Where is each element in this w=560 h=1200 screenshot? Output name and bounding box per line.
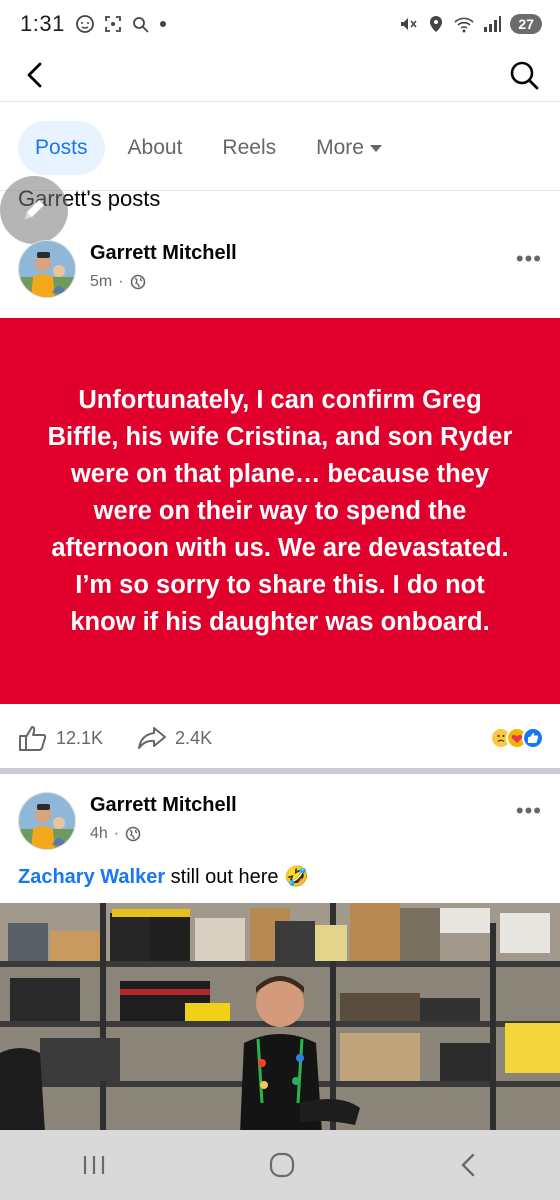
status-bar: 1:31 27 [0,0,560,48]
caret-down-icon [369,144,382,152]
search-icon[interactable] [508,59,540,91]
text-post-background: Unfortunately, I can confirm Greg Biffle… [0,318,560,704]
dot-icon [159,21,166,27]
post-separator [0,768,560,774]
lens-icon [132,17,149,33]
more-options-button[interactable]: ••• [516,246,542,272]
like-reaction-icon [522,727,544,749]
status-time: 1:31 [20,11,65,36]
profile-tabs: Posts About Reels More [18,120,560,176]
post-meta: 4h · [90,825,141,843]
mute-icon [401,18,418,30]
post-meta: 5m · [90,273,146,291]
post-caption: Zachary Walker still out here 🤣 [18,864,309,889]
globe-icon [125,826,141,842]
avatar[interactable] [18,792,76,850]
edit-fab-button[interactable] [0,176,68,244]
home-icon[interactable] [268,1151,296,1179]
post-text: Unfortunately, I can confirm Greg Biffle… [47,385,513,636]
share-count: 2.4K [175,727,213,748]
globe-icon [130,274,145,290]
share-button[interactable]: 2.4K [137,725,212,751]
reactions-bar: 12.1K 2.4K [18,716,544,760]
caption-text: still out here 🤣 [165,866,309,888]
like-button[interactable]: 12.1K [18,724,103,752]
battery-indicator: 27 [510,14,542,34]
thumbs-up-icon [19,726,47,751]
pencil-icon [25,200,44,219]
recents-icon[interactable] [80,1153,108,1177]
post-photo[interactable] [0,903,560,1133]
signal-icon [484,16,502,32]
chevron-left-icon[interactable] [20,60,50,90]
post-author[interactable]: Garrett Mitchell [90,794,237,817]
post-author[interactable]: Garrett Mitchell [90,242,237,265]
back-icon[interactable] [456,1151,480,1179]
tab-reels[interactable]: Reels [205,121,293,175]
post-time: 4h [90,825,108,842]
mention-link[interactable]: Zachary Walker [18,866,165,888]
tab-about[interactable]: About [111,121,200,175]
location-icon [430,16,443,32]
screenshot-icon [104,16,121,32]
avatar[interactable] [18,240,76,298]
share-arrow-icon [138,727,167,749]
post-header: Garrett Mitchell 5m · ••• [18,240,542,300]
like-count: 12.1K [56,727,104,748]
tab-more[interactable]: More [299,121,399,175]
reaction-summary[interactable] [490,727,544,749]
system-nav-bar [0,1130,560,1200]
top-nav [0,48,560,102]
wifi-6-icon [454,17,474,33]
tab-posts[interactable]: Posts [18,121,105,175]
messenger-icon [75,15,94,33]
post-time: 5m [90,273,113,290]
post-header: Garrett Mitchell 4h · ••• [18,792,542,852]
more-options-button[interactable]: ••• [516,798,542,824]
